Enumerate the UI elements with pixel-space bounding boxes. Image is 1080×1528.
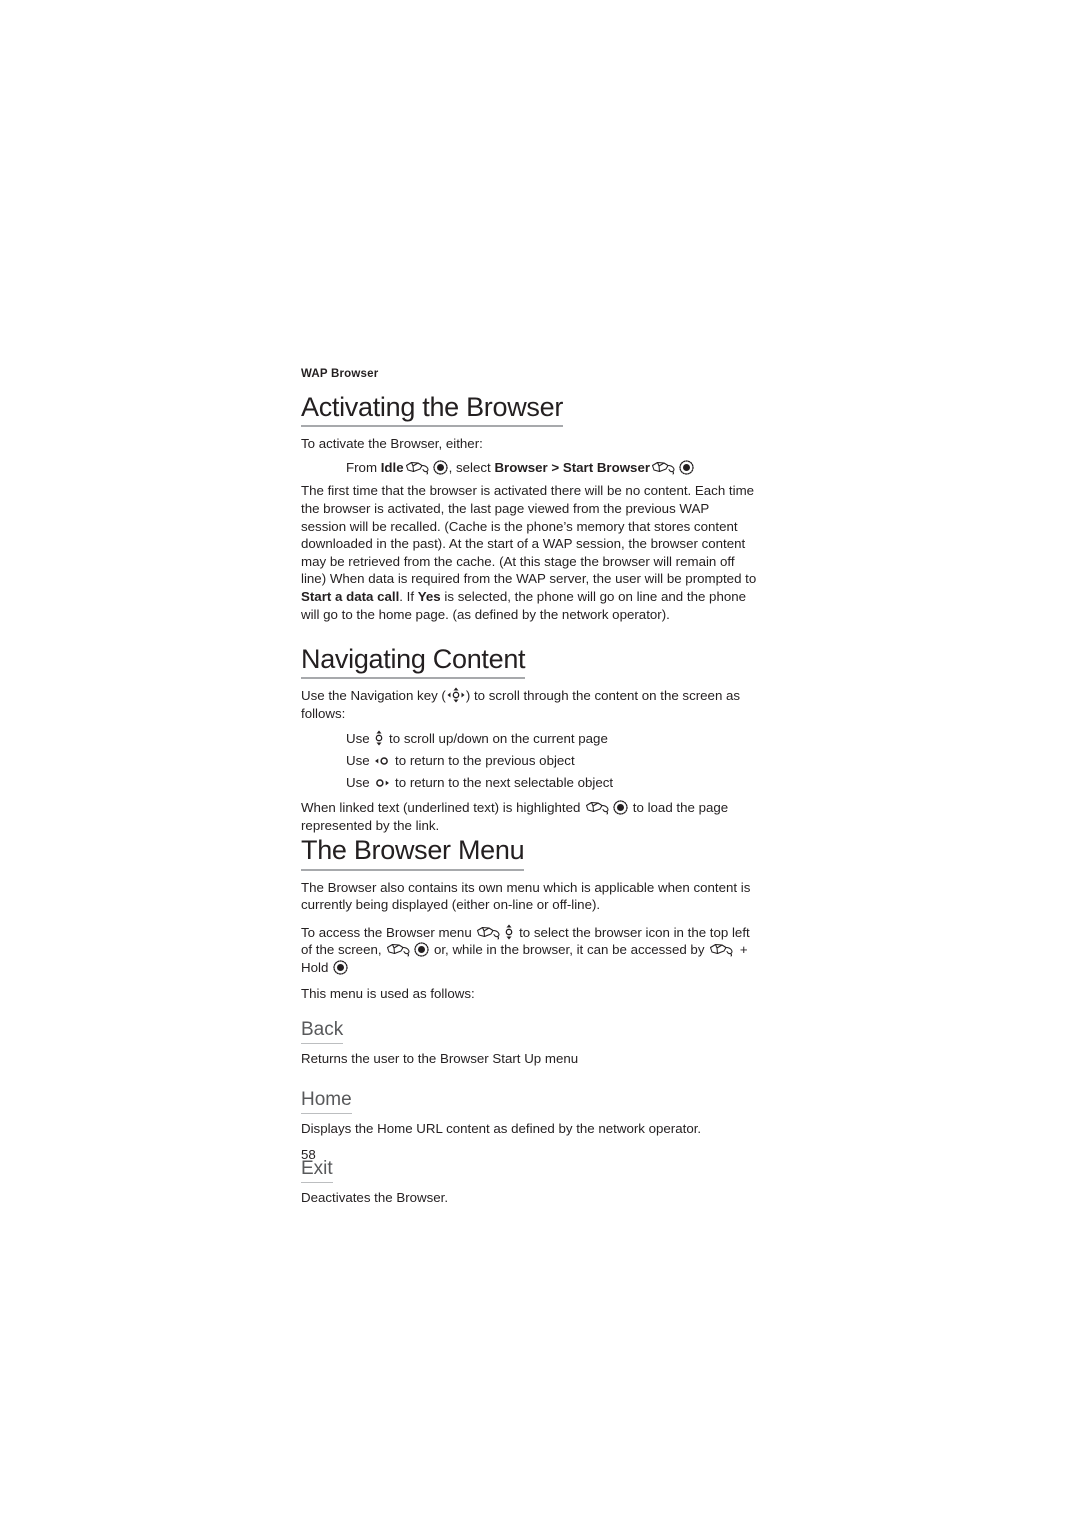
menu-item-exit: Exit (301, 1158, 757, 1183)
hand-icon (585, 800, 611, 815)
hand-icon (476, 925, 502, 940)
up-down-navigation-key-icon (374, 730, 384, 746)
select-key-icon (613, 800, 628, 815)
activating-paragraph-part-2: . If (399, 588, 418, 604)
left-navigation-key-icon (374, 755, 390, 767)
step-prefix: From (346, 459, 381, 475)
navigating-intro: Use the Navigation key () to scroll thro… (301, 687, 757, 722)
browser-menu-access-paragraph: To access the Browser menu to select the… (301, 924, 757, 977)
navigating-bullet-next: Use to return to the next selectable obj… (346, 774, 757, 792)
menu-item-title-home: Home (301, 1089, 352, 1114)
step-idle-label: Idle (380, 459, 404, 475)
menu-item-title-back: Back (301, 1019, 344, 1045)
step-mid: , select (448, 459, 495, 475)
menu-item-home: Home (301, 1089, 757, 1114)
hand-icon (386, 942, 412, 957)
activating-bold-start-a-data-call: Start a data call (301, 588, 400, 604)
navigating-bullet-previous: Use to return to the previous object (346, 752, 757, 770)
bullet-suffix: to return to the previous object (391, 753, 575, 769)
activating-paragraph-part-1: The first time that the browser is activ… (301, 483, 757, 587)
navigation-key-icon (447, 687, 465, 703)
access-part-1: To access the Browser menu (301, 924, 476, 940)
linked-text-before: When linked text (underlined text) is hi… (301, 800, 585, 816)
access-part-3: or, while in the browser, it can be acce… (430, 942, 709, 958)
activating-intro: To activate the Browser, either: (301, 436, 483, 452)
activating-bold-yes: Yes (417, 588, 441, 604)
select-key-icon (433, 460, 448, 475)
menu-item-body-exit: Deactivates the Browser. (301, 1189, 449, 1205)
section-activating: Activating the Browser (301, 392, 757, 428)
menu-item-body-back: Returns the user to the Browser Start Up… (301, 1051, 579, 1067)
menu-item-title-exit: Exit (301, 1158, 333, 1183)
page-content: Activating the Browser To activate the B… (301, 0, 757, 1207)
menu-item-back: Back (301, 1019, 757, 1045)
activating-step-line: From Idle , select Browser > Start Browse… (346, 459, 757, 477)
hand-icon (405, 460, 431, 475)
browser-menu-used-as-follows: This menu is used as follows: (301, 985, 475, 1001)
bullet-prefix: Use (346, 753, 374, 769)
navigating-linked-text: When linked text (underlined text) is hi… (301, 799, 757, 834)
activating-paragraph: The first time that the browser is activ… (301, 482, 757, 623)
hand-icon (651, 460, 677, 475)
section-title-activating: Activating the Browser (301, 392, 563, 428)
select-key-icon (333, 960, 348, 975)
menu-item-body-home: Displays the Home URL content as defined… (301, 1120, 702, 1136)
right-navigation-key-icon (374, 777, 390, 789)
select-key-icon (679, 460, 694, 475)
section-navigating: Navigating Content (301, 644, 757, 680)
step-separator: > (547, 459, 563, 475)
navigating-bullet-updown: Use to scroll up/down on the current pag… (346, 730, 757, 748)
bullet-prefix: Use (346, 774, 374, 790)
hand-icon (709, 942, 735, 957)
step-start-browser-label: Start Browser (562, 459, 651, 475)
bullet-prefix: Use (346, 731, 374, 747)
navigating-intro-before: Use the Navigation key ( (301, 688, 446, 704)
bullet-suffix: to scroll up/down on the current page (385, 731, 608, 747)
page-number: 58 (301, 1147, 316, 1162)
browser-menu-paragraph: The Browser also contains its own menu w… (301, 879, 751, 913)
bullet-suffix: to return to the next selectable object (391, 774, 614, 790)
step-browser-label: Browser (494, 459, 548, 475)
section-title-browser-menu: The Browser Menu (301, 836, 525, 871)
section-browser-menu: The Browser Menu (301, 836, 757, 871)
up-down-navigation-key-icon (504, 924, 514, 940)
select-key-icon (414, 942, 429, 957)
section-title-navigating: Navigating Content (301, 644, 526, 680)
